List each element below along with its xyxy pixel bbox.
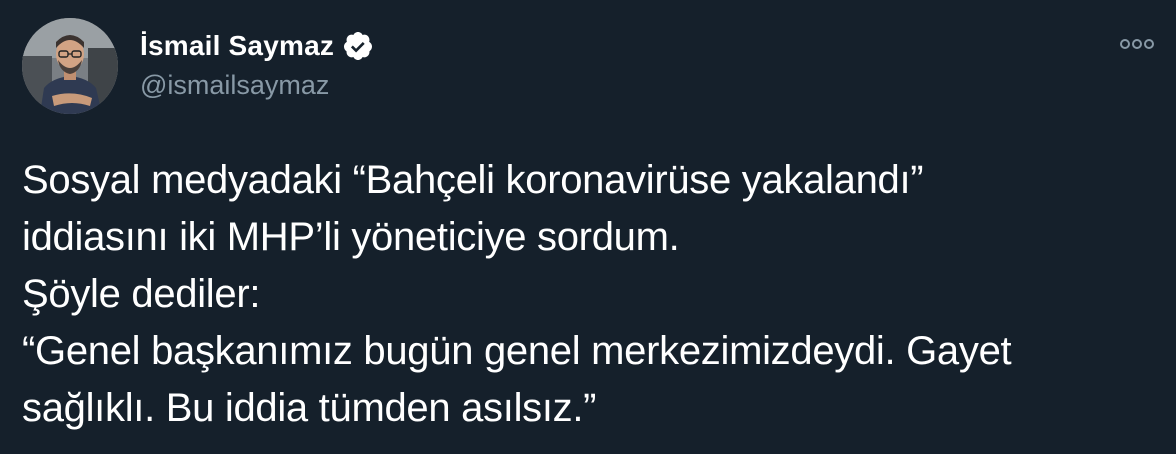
more-options-icon[interactable]: [1117, 36, 1157, 52]
avatar[interactable]: [22, 18, 118, 114]
tweet-card: İsmail Saymaz @ismailsaymaz Sosyal medya…: [0, 0, 1176, 454]
tweet-text-line: Sosyal medyadaki “Bahçeli koronavirüse y…: [22, 158, 924, 202]
tweet-text-line: “Genel başkanımız bugün genel merkezimiz…: [22, 329, 1012, 373]
tweet-text: Sosyal medyadaki “Bahçeli koronavirüse y…: [22, 152, 1162, 437]
profile-photo-icon: [22, 18, 118, 114]
tweet-text-line: Şöyle dediler:: [22, 272, 261, 316]
tweet-text-line: iddiasını iki MHP’li yöneticiye sordum.: [22, 215, 680, 259]
verified-badge-icon: [342, 30, 374, 62]
author-handle[interactable]: @ismailsaymaz: [140, 70, 329, 101]
tweet-text-line: sağlıklı. Bu iddia tümden asılsız.”: [22, 386, 597, 430]
author-name-row: İsmail Saymaz: [140, 28, 374, 64]
author-display-name[interactable]: İsmail Saymaz: [140, 30, 334, 62]
